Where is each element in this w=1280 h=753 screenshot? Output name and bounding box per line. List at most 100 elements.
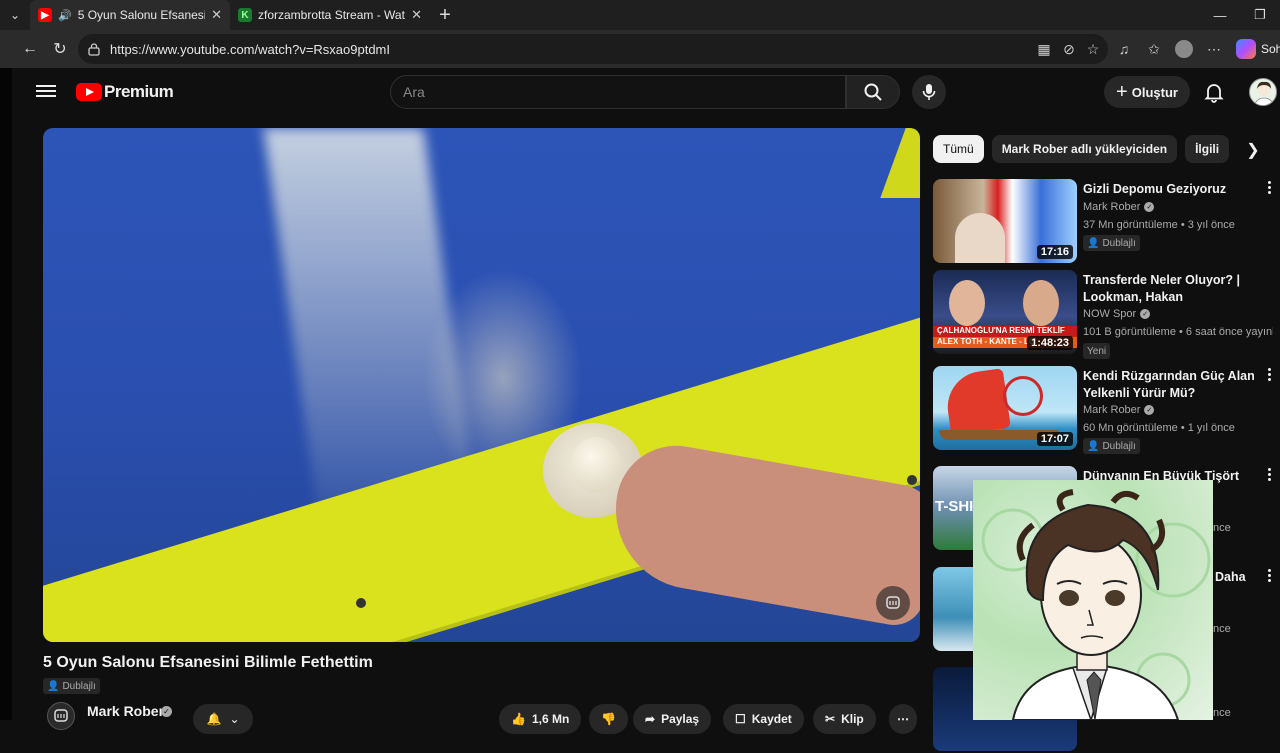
dubbed-badge: 👤 Dublajlı — [1083, 235, 1140, 251]
search-input[interactable]: Ara — [390, 75, 846, 109]
tracking-prevention-icon[interactable]: ⊘ — [1057, 36, 1081, 62]
dubbed-icon: 👤 — [1087, 237, 1100, 249]
youtube-premium-logo[interactable]: Premium — [76, 82, 174, 102]
browser-menu-icon[interactable]: ⋯ — [1202, 36, 1226, 62]
recommendation-item[interactable]: 17:07 Kendi Rüzgarından Güç Alan Yelkenl… — [933, 366, 1273, 454]
verified-check-icon: ✓ — [1140, 309, 1151, 319]
red-sail — [943, 368, 1011, 436]
menu-hamburger-icon[interactable] — [36, 82, 56, 102]
video-meta: nce — [1213, 707, 1231, 719]
create-button[interactable]: + Oluştur — [1104, 76, 1190, 108]
notifications-bell-icon[interactable] — [1202, 80, 1226, 104]
video-meta: 60 Mn görüntüleme • 1 yıl önce — [1083, 422, 1235, 434]
channel-name[interactable]: NOW Spor — [1083, 308, 1136, 320]
more-icon: ⋯ — [897, 712, 909, 726]
channel-name[interactable]: Mark Rober — [1083, 404, 1140, 416]
share-label: Paylaş — [661, 712, 700, 726]
tab-title: 5 Oyun Salonu Efsanesini Bilim — [77, 8, 205, 22]
channel-line: Mark Rober ✓ — [1083, 201, 1155, 213]
video-title: 5 Oyun Salonu Efsanesini Bilimle Fethett… — [43, 654, 373, 671]
channel-line: NOW Spor ✓ — [1083, 308, 1151, 320]
dubbed-label: Dublajlı — [62, 680, 96, 692]
duration-badge: 1:48:23 — [1027, 336, 1073, 350]
profile-icon[interactable] — [1172, 36, 1196, 62]
channel-name[interactable]: Mark Rober — [87, 703, 164, 719]
youtube-header: Premium Ara + Oluştur — [12, 68, 1280, 118]
maximize-icon[interactable]: ❐ — [1240, 0, 1280, 30]
video-title[interactable]: Daha — [1215, 569, 1255, 586]
reload-icon[interactable]: ↻ — [45, 34, 75, 64]
browser-tab-stream[interactable]: K zforzambrotta Stream - Watch Live ✕ — [230, 0, 430, 30]
more-vert-icon[interactable] — [1265, 181, 1273, 194]
recommendation-item[interactable]: 17:16 Gizli Depomu Geziyoruz Mark Rober ✓… — [933, 179, 1273, 265]
favorites-icon[interactable]: ✩ — [1142, 36, 1166, 62]
search-placeholder: Ara — [403, 84, 425, 100]
create-label: Oluştur — [1131, 84, 1178, 100]
chip-all[interactable]: Tümü — [933, 135, 984, 163]
video-player[interactable] — [43, 128, 920, 642]
like-button[interactable]: 👍 1,6 Mn — [499, 704, 582, 734]
video-meta: nce — [1213, 623, 1231, 635]
table-rail-corner — [880, 128, 920, 198]
chevron-right-icon[interactable]: ❯ — [1240, 137, 1266, 163]
back-icon[interactable]: ← — [15, 34, 45, 64]
tab-title: zforzambrotta Stream - Watch Live — [258, 8, 405, 22]
fan-wheel — [1003, 376, 1043, 416]
window-left-edge — [0, 68, 12, 720]
dislike-button[interactable]: 👎 — [589, 704, 628, 734]
kick-favicon-icon: K — [238, 8, 252, 22]
search-button[interactable] — [846, 75, 900, 109]
video-thumbnail[interactable]: ÇALHANOĞLU'NA RESMİ TEKLİF ALEX TOTH - K… — [933, 270, 1077, 354]
video-thumbnail[interactable]: 17:16 — [933, 179, 1077, 263]
copilot-label: Soh — [1261, 42, 1280, 56]
favorite-star-icon[interactable]: ☆ — [1081, 36, 1105, 62]
verified-check-icon: ✓ — [1144, 405, 1155, 415]
tab-list-chevron-icon[interactable]: ⌄ — [0, 0, 30, 30]
chevron-down-icon: ⌄ — [229, 712, 240, 726]
more-vert-icon[interactable] — [1265, 368, 1273, 381]
chip-from-uploader[interactable]: Mark Rober adlı yükleyiciden — [991, 135, 1178, 163]
share-icon: ➦ — [645, 712, 656, 726]
url-field[interactable]: https://www.youtube.com/watch?v=Rsxao9pt… — [78, 34, 1108, 64]
subscription-bell-button[interactable]: 🔔 ⌄ — [193, 704, 253, 734]
copilot-button[interactable]: Soh — [1236, 36, 1280, 62]
channel-row: Mark Rober ✓ 🔔 ⌄ 👍 1,6 Mn 👎 ➦ Paylaş ☐ Kayde… — [43, 700, 920, 734]
video-meta: nce — [1213, 522, 1231, 534]
more-actions-button[interactable]: ⋯ — [889, 704, 917, 734]
address-bar-row: ← ↻ https://www.youtube.com/watch?v=Rsxa… — [0, 30, 1280, 68]
close-tab-icon[interactable]: ✕ — [411, 7, 422, 23]
like-count: 1,6 Mn — [531, 712, 570, 726]
more-vert-icon[interactable] — [1265, 569, 1273, 582]
recommendation-item[interactable]: ÇALHANOĞLU'NA RESMİ TEKLİF ALEX TOTH - K… — [933, 270, 1273, 359]
search-icon — [864, 83, 882, 101]
verified-check-icon: ✓ — [161, 706, 172, 717]
video-title[interactable]: Transferde Neler Oluyor? | Lookman, Haka… — [1083, 272, 1255, 306]
person-figure — [949, 280, 985, 326]
new-tab-button[interactable]: + — [430, 0, 460, 30]
chip-related[interactable]: İlgili — [1185, 135, 1230, 163]
share-button[interactable]: ➦ Paylaş — [633, 704, 712, 734]
clip-button[interactable]: ✂ Klip — [813, 704, 876, 734]
close-tab-icon[interactable]: ✕ — [211, 7, 222, 23]
video-title[interactable]: Kendi Rüzgarından Güç Alan Yelkenli Yürü… — [1083, 368, 1255, 402]
more-vert-icon[interactable] — [1265, 468, 1273, 481]
duration-badge: 17:07 — [1036, 432, 1073, 446]
app-grid-icon[interactable]: ▦ — [1032, 36, 1056, 62]
browser-tab-youtube[interactable]: ▶ 🔊 5 Oyun Salonu Efsanesini Bilim ✕ — [30, 0, 230, 30]
media-control-icon[interactable]: ♫ — [1112, 36, 1136, 62]
duration-badge: 17:16 — [1036, 245, 1073, 259]
site-info-icon[interactable] — [86, 41, 102, 57]
video-meta: 101 B görüntüleme • 6 saat önce yayınla.… — [1083, 326, 1273, 338]
voice-search-button[interactable] — [912, 75, 946, 109]
speaker-icon[interactable]: 🔊 — [58, 9, 72, 22]
premium-video-badge-icon[interactable] — [876, 586, 910, 620]
channel-avatar[interactable] — [47, 702, 75, 730]
video-thumbnail[interactable]: 17:07 — [933, 366, 1077, 450]
dubbed-icon: 👤 — [47, 680, 60, 692]
video-title[interactable]: Gizli Depomu Geziyoruz — [1083, 181, 1255, 198]
account-avatar[interactable] — [1249, 78, 1277, 106]
channel-name[interactable]: Mark Rober — [1083, 201, 1140, 213]
anime-character-illustration — [981, 489, 1211, 720]
save-button[interactable]: ☐ Kaydet — [723, 704, 804, 734]
minimize-icon[interactable]: — — [1200, 0, 1240, 30]
